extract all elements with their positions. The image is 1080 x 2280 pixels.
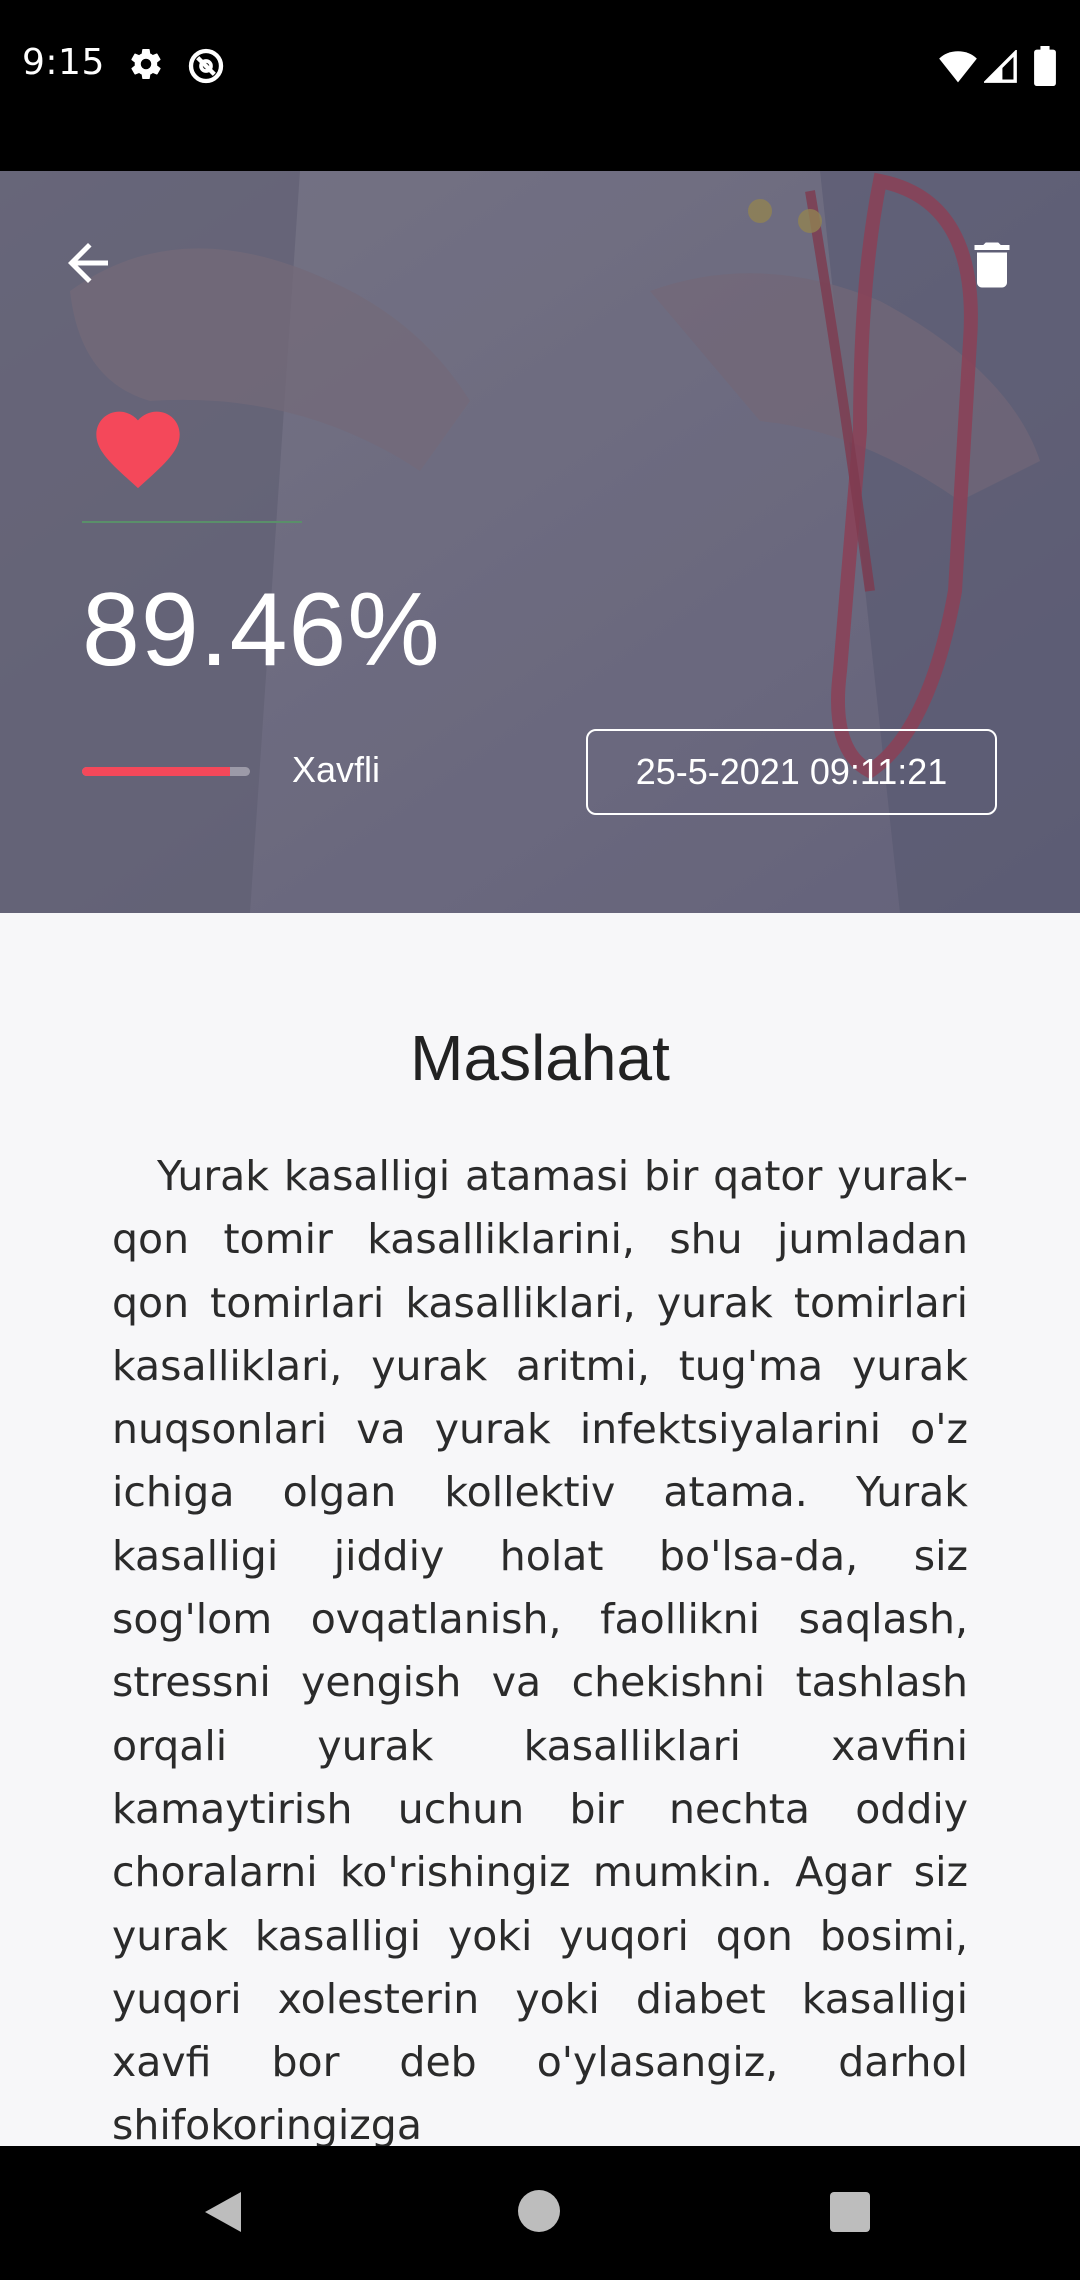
system-nav-bar [0,2146,1080,2280]
back-nav-icon[interactable] [203,2190,243,2234]
home-nav-icon[interactable] [518,2190,560,2232]
advice-title: Maslahat [410,1022,670,1094]
cell-signal-icon [984,50,1017,83]
arrow-left-icon [68,243,108,283]
risk-level-label: Xavfli [292,749,381,790]
advice-text: Yurak kasalligi atamasi bir qator yurak-… [112,1152,968,2146]
gear-icon [131,48,161,80]
heart-icon [96,411,180,489]
result-header: 89.46% Xavfli 25-5-2021 09:11:21 [0,171,1080,913]
trash-icon [974,242,1010,288]
date-badge: 25-5-2021 09:11:21 [586,729,997,815]
back-button[interactable] [58,233,118,293]
delete-button[interactable] [962,233,1022,297]
wifi-icon [939,51,977,83]
status-time: 9:15 [22,42,105,83]
advice-section[interactable]: Maslahat Yurak kasalligi atamasi bir qat… [0,913,1080,2146]
risk-progress-bar [82,767,250,776]
risk-progress-fill [82,767,230,776]
heart-divider [82,521,302,523]
risk-percentage: 89.46% [82,572,441,688]
battery-icon [1034,46,1056,86]
status-bar: 9:15 [0,0,1080,171]
do-not-disturb-icon [188,48,224,84]
recents-nav-icon[interactable] [830,2192,870,2232]
